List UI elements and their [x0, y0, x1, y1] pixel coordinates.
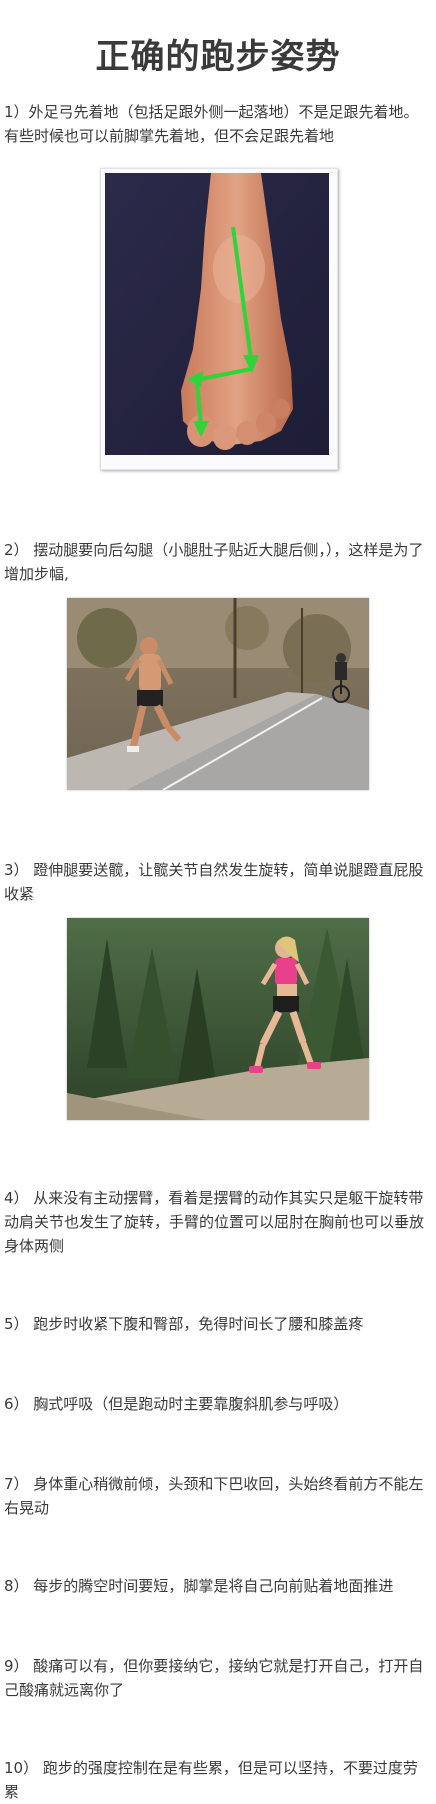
road-runner-photo	[67, 598, 369, 790]
paragraph-1: 1）外足弓先着地（包括足跟外侧一起落地）不是足跟先着地。有些时候也可以前脚掌先着…	[4, 103, 419, 145]
article-page: 正确的跑步姿势 1）外足弓先着地（包括足跟外侧一起落地）不是足跟先着地。有些时候…	[0, 0, 436, 1802]
paragraph-8: 8） 每步的腾空时间要短，脚掌是将自己向前贴着地面推进	[4, 1577, 394, 1595]
paragraph-7: 7） 身体重心稍微前倾，头颈和下巴收回，头始终看前方不能左右晃动	[4, 1475, 424, 1517]
paragraph-2: 2） 摆动腿要向后勾腿（小腿肚子贴近大腿后侧，），这样是为了增加步幅,	[4, 541, 424, 583]
paragraph-9: 9） 酸痛可以有，但你要接纳它，接纳它就是打开自己，打开自己酸痛就远离你了	[4, 1657, 424, 1699]
paragraph-6: 6） 胸式呼吸（但是跑动时主要靠腹斜肌参与呼吸）	[4, 1395, 349, 1413]
paragraph-5: 5） 跑步时收紧下腹和臀部，免得时间长了腰和膝盖疼	[4, 1315, 364, 1333]
paragraph-10: 10） 跑步的强度控制在是有些累，但是可以坚持，不要过度劳累	[4, 1759, 418, 1801]
paragraph-3: 3） 蹬伸腿要送髋，让髋关节自然发生旋转，简单说腿蹬直屁股收紧	[4, 861, 424, 903]
page-title: 正确的跑步姿势	[95, 36, 341, 77]
trail-runner-photo	[67, 918, 369, 1120]
paragraph-4: 4） 从来没有主动摆臂，看着是摆臂的动作其实只是躯干旋转带动肩关节也发生了旋转，…	[4, 1189, 425, 1255]
foot-landing-photo	[100, 168, 338, 470]
